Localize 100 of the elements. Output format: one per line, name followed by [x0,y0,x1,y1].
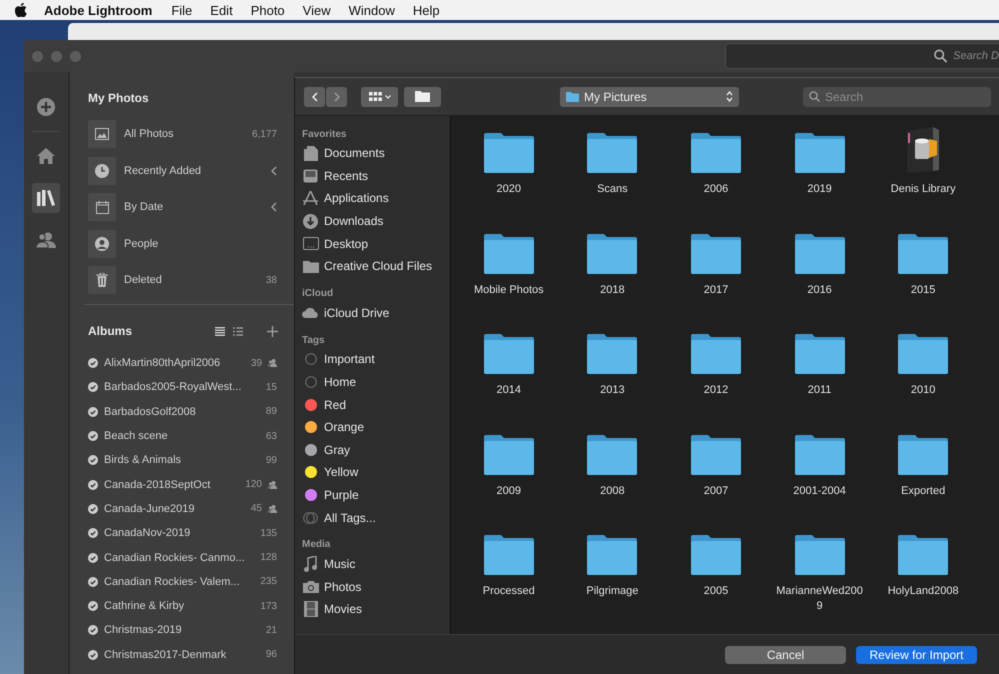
sidebar-item[interactable]: Red [302,393,450,416]
folder-icon[interactable] [482,334,535,374]
sidebar-item[interactable]: Applications [302,187,450,210]
file-name[interactable]: 2020 [462,182,555,197]
sidebar-item[interactable]: People [88,230,294,258]
sidebar-item[interactable]: Documents [302,142,450,165]
folder-icon[interactable] [690,234,742,274]
file-name[interactable]: 2010 [877,383,970,398]
forward-button[interactable] [326,86,347,106]
folder-icon[interactable] [897,535,950,576]
file-name[interactable]: 2006 [670,182,762,197]
folder-icon[interactable] [482,434,535,475]
menu-item[interactable]: View [302,2,331,18]
chevron-icon[interactable] [271,202,277,212]
file-name[interactable]: Exported [877,484,970,499]
file-name[interactable]: 2001-2004 [774,484,866,499]
menu-item[interactable]: Photo [250,2,285,18]
file-name[interactable]: Processed [462,584,555,600]
file-name[interactable]: 2014 [462,383,555,398]
album-item[interactable]: Cathrine & Kirby 173 [88,594,294,618]
folder-icon[interactable] [794,234,846,274]
folder-icon[interactable] [690,334,742,374]
file-name[interactable]: 2016 [774,282,866,298]
menu-item[interactable]: File [171,2,192,18]
file-name[interactable]: 2017 [670,282,762,298]
menu-item[interactable]: Window [348,2,395,18]
album-item[interactable]: Christmas-2019 21 [88,618,294,643]
rail-button[interactable] [32,183,60,213]
file-name[interactable]: 2008 [566,484,658,499]
sidebar-item[interactable]: Desktop [302,232,450,255]
sidebar-item[interactable]: Purple [302,484,450,506]
sidebar-item[interactable]: Recently Added [88,156,294,184]
sidebar-item[interactable]: Deleted 38 [88,266,294,294]
list-view-icon[interactable] [215,326,225,336]
sidebar-item[interactable]: Gray [302,438,450,462]
books-icon[interactable] [37,190,55,206]
file-name[interactable]: 2005 [670,584,762,600]
folder-icon[interactable] [586,535,638,576]
album-item[interactable]: Birds & Animals 99 [88,448,294,472]
sidebar-item[interactable]: iCloud Drive [302,302,450,324]
file-name[interactable]: HolyLand2008 [877,584,970,600]
folder-icon[interactable] [794,535,846,576]
folder-icon[interactable] [482,133,535,173]
sidebar-item[interactable]: Downloads [302,210,450,232]
album-item[interactable]: Canada-2018SeptOct 120 [88,472,294,497]
file-name[interactable]: 2015 [877,282,970,298]
sidebar-item[interactable]: Movies [302,598,450,621]
file-name[interactable]: 2018 [566,282,658,298]
apple-logo-icon[interactable] [15,3,27,17]
album-item[interactable]: Canada-June2019 45 [88,496,294,522]
sidebar-item[interactable]: Orange [302,416,450,439]
folder-icon[interactable] [586,234,638,274]
home-icon[interactable] [37,148,55,164]
sidebar-item[interactable]: Music [302,552,450,576]
file-name[interactable]: MarianneWed2009 [774,584,866,614]
album-item[interactable]: Christmas2017-Denmark 96 [88,642,294,667]
view-button[interactable] [361,86,398,106]
file-name[interactable]: 2011 [774,383,866,398]
sidebar-item[interactable]: Home [302,370,450,394]
folder-icon[interactable] [794,334,846,374]
album-item[interactable]: Beach scene 63 [88,424,294,448]
album-item[interactable]: CanadaNov-2019 135 [88,521,294,546]
add-icon[interactable] [267,326,278,336]
file-name[interactable]: 2019 [774,182,866,197]
file-name[interactable]: Mobile Photos [462,282,555,298]
sidebar-item[interactable]: All Photos 6,177 [88,120,294,148]
album-item[interactable]: AlixMartin80thApril2006 39 [88,351,294,376]
file-name[interactable]: 2009 [462,484,555,499]
file-name[interactable]: Denis Library [877,182,970,197]
folder-icon[interactable] [586,334,638,374]
back-button[interactable] [304,86,325,106]
sidebar-item[interactable]: Yellow [302,461,450,484]
sidebar-item[interactable]: Recents [302,164,450,188]
file-name[interactable]: 2012 [670,383,762,398]
folder-icon[interactable] [897,234,950,274]
sidebar-item[interactable]: Important [302,348,450,371]
sidebar-item[interactable]: Creative Cloud Files [302,254,450,278]
album-item[interactable]: Canadian Rockies- Canmo... 128 [88,545,294,570]
folder-icon[interactable] [586,133,638,173]
folder-icon[interactable] [482,234,535,274]
location-dropdown[interactable]: My Pictures [560,86,739,106]
album-item[interactable]: Barbados2005-RoyalWest... 15 [88,375,294,400]
folder-icon[interactable] [794,133,846,173]
add-icon[interactable] [37,98,55,116]
search-field[interactable]: Search D [725,43,999,69]
folder-icon[interactable] [690,133,742,173]
menu-item[interactable]: Edit [210,2,233,18]
sidebar-item[interactable]: All Tags... [302,506,450,529]
cancel-button[interactable]: Cancel [725,646,846,664]
folder-icon[interactable] [794,434,846,475]
folder-icon[interactable] [897,434,950,475]
file-name[interactable]: 2007 [670,484,762,499]
file-name[interactable]: 2013 [566,383,658,398]
import-button[interactable]: Review for Import [856,646,977,664]
chevron-icon[interactable] [271,166,277,176]
menu-item[interactable]: Help [412,2,440,18]
sidebar-item[interactable]: Photos [302,576,450,598]
folder-icon[interactable] [897,334,950,374]
sidebar-item[interactable]: By Date [88,193,294,221]
detail-list-icon[interactable] [233,326,243,336]
